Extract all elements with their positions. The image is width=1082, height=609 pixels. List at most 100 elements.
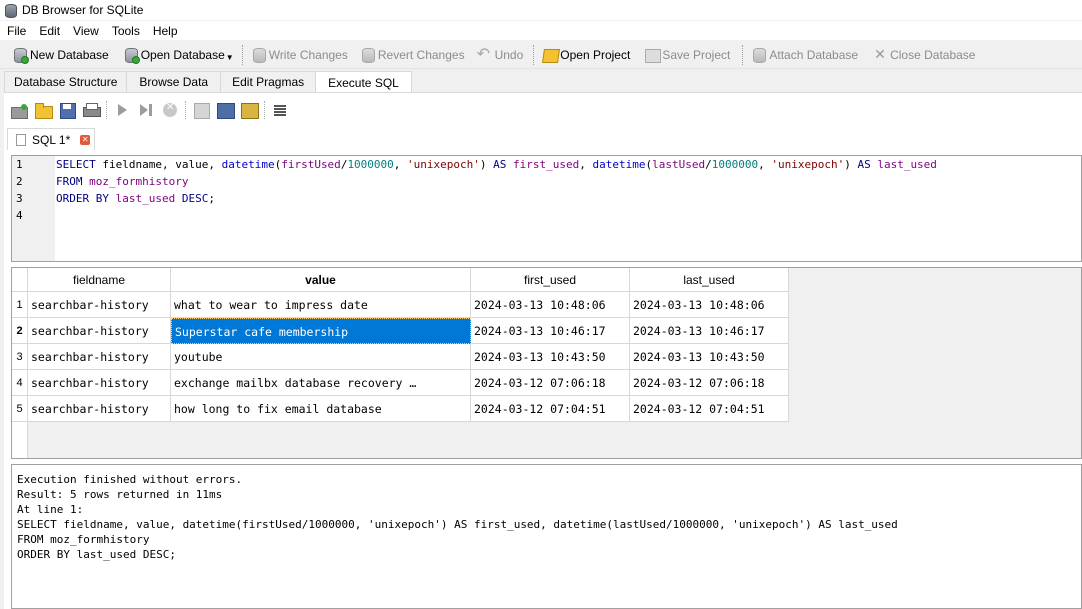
column-header-last-used[interactable]: last_used — [630, 268, 789, 292]
revert-changes-button[interactable]: Revert Changes — [356, 44, 469, 66]
save-project-icon — [644, 47, 662, 63]
row-header[interactable]: 3 — [12, 344, 28, 370]
sql-keyword: DESC — [175, 192, 209, 205]
table-cell[interactable]: youtube — [171, 344, 471, 370]
find-icon[interactable] — [216, 101, 235, 119]
tab-browse-data[interactable]: Browse Data — [126, 71, 222, 92]
row-header[interactable]: 5 — [12, 396, 28, 422]
sql-identifier: firstUsed — [281, 158, 341, 171]
results-grid[interactable]: fieldname value first_used last_used 1 s… — [11, 267, 1082, 459]
write-changes-button[interactable]: Write Changes — [247, 44, 352, 66]
menu-tools[interactable]: Tools — [107, 24, 145, 38]
sql-editor[interactable]: 1 2 3 4 SELECT fieldname, value, datetim… — [11, 155, 1082, 262]
execute-line-icon[interactable] — [137, 101, 155, 119]
tab-edit-pragmas[interactable]: Edit Pragmas — [220, 71, 317, 92]
stop-execution-icon[interactable] — [161, 101, 179, 119]
table-cell[interactable]: 2024-03-13 10:46:17 — [630, 318, 789, 344]
menu-help[interactable]: Help — [148, 24, 183, 38]
column-header-value[interactable]: value — [171, 268, 471, 292]
sql-punct: , — [579, 158, 593, 171]
find-replace-icon[interactable] — [240, 101, 259, 119]
sql-function: datetime — [221, 158, 275, 171]
toolbar-separator — [742, 44, 744, 65]
sql-identifier: first_used — [506, 158, 580, 171]
table-cell-selected[interactable]: Superstar cafe membership — [171, 318, 471, 344]
menu-edit[interactable]: Edit — [34, 24, 65, 38]
new-database-label: New Database — [30, 47, 109, 62]
database-app-icon — [4, 3, 17, 18]
tab-database-structure[interactable]: Database Structure — [4, 71, 128, 92]
open-database-icon — [123, 47, 140, 64]
attach-database-label: Attach Database — [769, 47, 859, 62]
sql-keyword: ORDER BY — [56, 192, 109, 205]
execution-message-pane[interactable]: Execution finished without errors. Resul… — [11, 464, 1082, 609]
table-cell[interactable]: what to wear to impress date — [171, 292, 471, 318]
close-database-icon — [872, 46, 888, 63]
table-cell[interactable]: searchbar-history — [28, 396, 171, 422]
sql-function: datetime — [592, 158, 646, 171]
close-tab-icon[interactable]: ✕ — [80, 134, 91, 145]
document-icon — [16, 133, 26, 146]
sql-tab-label: SQL 1* — [32, 132, 71, 147]
open-sql-file-icon[interactable] — [34, 101, 53, 119]
print-icon[interactable] — [82, 101, 101, 119]
toolbar-separator — [241, 44, 243, 65]
sql-string: 'unixepoch' — [771, 158, 845, 171]
output-line: FROM moz_formhistory — [17, 533, 150, 546]
table-cell[interactable]: 2024-03-13 10:43:50 — [630, 344, 789, 370]
open-database-button[interactable]: Open Database ▼ — [119, 44, 238, 66]
table-cell[interactable]: 2024-03-12 07:06:18 — [630, 370, 789, 396]
table-cell[interactable]: how long to fix email database — [171, 396, 471, 422]
menu-view[interactable]: View — [68, 24, 104, 38]
chevron-down-icon[interactable]: ▼ — [226, 53, 234, 62]
table-cell[interactable]: 2024-03-13 10:48:06 — [471, 292, 630, 318]
menu-file[interactable]: File — [2, 24, 31, 38]
toolbar-separator — [533, 44, 535, 65]
new-database-button[interactable]: New Database — [8, 44, 113, 66]
column-header-fieldname[interactable]: fieldname — [28, 268, 171, 292]
row-header[interactable]: 2 — [12, 318, 28, 344]
table-cell[interactable]: 2024-03-12 07:04:51 — [630, 396, 789, 422]
toolbar-separator — [264, 101, 265, 119]
sql-punct: ; — [208, 192, 215, 205]
toolbar-separator — [185, 101, 186, 119]
open-project-icon — [542, 47, 558, 63]
new-database-icon — [12, 47, 29, 64]
line-number: 3 — [16, 192, 23, 205]
table-cell[interactable]: searchbar-history — [28, 344, 171, 370]
open-tab-icon[interactable] — [10, 101, 28, 119]
table-cell[interactable]: searchbar-history — [28, 318, 171, 344]
title-bar: DB Browser for SQLite — [0, 0, 1082, 20]
column-header-first-used[interactable]: first_used — [471, 268, 630, 292]
table-cell[interactable]: searchbar-history — [28, 292, 171, 318]
table-cell[interactable]: 2024-03-12 07:06:18 — [471, 370, 630, 396]
sql-string: 'unixepoch' — [407, 158, 480, 171]
table-cell[interactable]: 2024-03-12 07:04:51 — [471, 396, 630, 422]
line-number: 1 — [16, 158, 23, 171]
comment-block-icon[interactable] — [271, 101, 289, 119]
table-cell[interactable]: exchange mailbx database recovery … — [171, 370, 471, 396]
save-project-button[interactable]: Save Project — [640, 44, 734, 66]
execute-all-icon[interactable] — [113, 101, 131, 119]
save-sql-file-icon[interactable] — [58, 101, 76, 119]
close-database-button[interactable]: Close Database — [868, 44, 979, 66]
line-number: 2 — [16, 175, 23, 188]
open-project-button[interactable]: Open Project — [538, 44, 634, 66]
revert-changes-icon — [360, 47, 376, 63]
table-cell[interactable]: 2024-03-13 10:46:17 — [471, 318, 630, 344]
row-header[interactable]: 4 — [12, 370, 28, 396]
table-cell[interactable]: 2024-03-13 10:43:50 — [471, 344, 630, 370]
undo-button[interactable]: Undo — [473, 44, 528, 66]
row-header[interactable]: 1 — [12, 292, 28, 318]
sql-number: 1000000 — [347, 158, 394, 171]
table-cell[interactable]: 2024-03-13 10:48:06 — [630, 292, 789, 318]
sql-editor-tab[interactable]: SQL 1* ✕ — [7, 128, 95, 150]
save-results-icon[interactable] — [192, 101, 210, 119]
attach-database-button[interactable]: Attach Database — [747, 44, 862, 66]
grid-corner[interactable] — [12, 268, 28, 292]
open-project-label: Open Project — [560, 47, 631, 62]
write-changes-label: Write Changes — [268, 47, 348, 62]
tab-execute-sql[interactable]: Execute SQL — [315, 71, 412, 93]
table-cell[interactable]: searchbar-history — [28, 370, 171, 396]
sql-identifier: last_used — [870, 158, 937, 171]
